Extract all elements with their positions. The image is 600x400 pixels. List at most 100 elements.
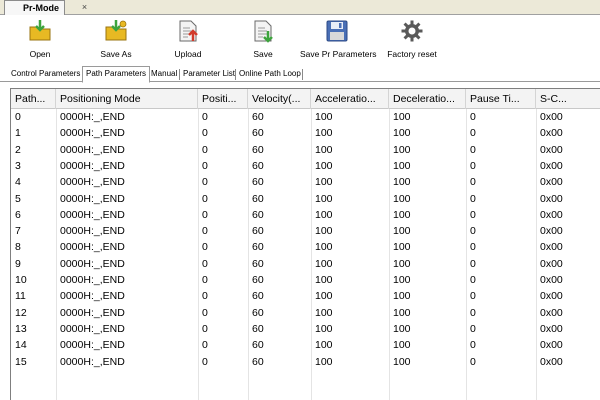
column-header-positioning-mode[interactable]: Positioning Mode xyxy=(56,89,198,109)
cell-positioning-mode[interactable]: 0000H:_,END xyxy=(56,354,198,370)
tab-path-parameters[interactable]: Path Parameters xyxy=(82,66,151,83)
cell-pause-time[interactable]: 0 xyxy=(466,158,536,174)
cell-s-curve[interactable]: 0x00 xyxy=(536,109,600,125)
table-row[interactable]: 11 0000H:_,END 0 60 100 100 0 0x00 xyxy=(11,288,600,304)
cell-deceleration[interactable]: 100 xyxy=(389,174,466,190)
cell-positioning-mode[interactable]: 0000H:_,END xyxy=(56,337,198,353)
cell-position[interactable]: 0 xyxy=(198,288,248,304)
cell-pause-time[interactable]: 0 xyxy=(466,272,536,288)
cell-deceleration[interactable]: 100 xyxy=(389,272,466,288)
cell-acceleration[interactable]: 100 xyxy=(311,191,389,207)
cell-pause-time[interactable]: 0 xyxy=(466,142,536,158)
cell-path[interactable]: 5 xyxy=(11,191,56,207)
cell-position[interactable]: 0 xyxy=(198,109,248,125)
cell-deceleration[interactable]: 100 xyxy=(389,256,466,272)
table-row[interactable]: 9 0000H:_,END 0 60 100 100 0 0x00 xyxy=(11,256,600,272)
column-header-velocity[interactable]: Velocity(... xyxy=(248,89,311,109)
cell-velocity[interactable]: 60 xyxy=(248,174,311,190)
cell-pause-time[interactable]: 0 xyxy=(466,207,536,223)
close-icon[interactable]: × xyxy=(79,2,90,13)
cell-velocity[interactable]: 60 xyxy=(248,288,311,304)
cell-velocity[interactable]: 60 xyxy=(248,109,311,125)
cell-pause-time[interactable]: 0 xyxy=(466,109,536,125)
cell-s-curve[interactable]: 0x00 xyxy=(536,288,600,304)
cell-path[interactable]: 12 xyxy=(11,305,56,321)
cell-s-curve[interactable]: 0x00 xyxy=(536,207,600,223)
cell-path[interactable]: 4 xyxy=(11,174,56,190)
cell-path[interactable]: 15 xyxy=(11,354,56,370)
cell-acceleration[interactable]: 100 xyxy=(311,256,389,272)
cell-position[interactable]: 0 xyxy=(198,239,248,255)
cell-velocity[interactable]: 60 xyxy=(248,305,311,321)
cell-pause-time[interactable]: 0 xyxy=(466,321,536,337)
cell-acceleration[interactable]: 100 xyxy=(311,354,389,370)
table-row[interactable]: 0 0000H:_,END 0 60 100 100 0 0x00 xyxy=(11,109,600,125)
cell-position[interactable]: 0 xyxy=(198,354,248,370)
cell-deceleration[interactable]: 100 xyxy=(389,142,466,158)
save-pr-parameters-button[interactable]: Save Pr Parameters xyxy=(300,19,377,63)
cell-deceleration[interactable]: 100 xyxy=(389,158,466,174)
cell-acceleration[interactable]: 100 xyxy=(311,142,389,158)
cell-acceleration[interactable]: 100 xyxy=(311,321,389,337)
cell-s-curve[interactable]: 0x00 xyxy=(536,158,600,174)
cell-velocity[interactable]: 60 xyxy=(248,256,311,272)
table-row[interactable]: 5 0000H:_,END 0 60 100 100 0 0x00 xyxy=(11,191,600,207)
cell-s-curve[interactable]: 0x00 xyxy=(536,272,600,288)
cell-pause-time[interactable]: 0 xyxy=(466,174,536,190)
cell-position[interactable]: 0 xyxy=(198,337,248,353)
cell-pause-time[interactable]: 0 xyxy=(466,239,536,255)
table-row[interactable]: 13 0000H:_,END 0 60 100 100 0 0x00 xyxy=(11,321,600,337)
column-header-deceleration[interactable]: Deceleratio... xyxy=(389,89,466,109)
cell-pause-time[interactable]: 0 xyxy=(466,191,536,207)
cell-path[interactable]: 2 xyxy=(11,142,56,158)
table-row[interactable]: 4 0000H:_,END 0 60 100 100 0 0x00 xyxy=(11,174,600,190)
save-as-button[interactable]: Save As xyxy=(96,19,136,63)
cell-velocity[interactable]: 60 xyxy=(248,321,311,337)
cell-positioning-mode[interactable]: 0000H:_,END xyxy=(56,207,198,223)
cell-position[interactable]: 0 xyxy=(198,125,248,141)
table-row[interactable]: 7 0000H:_,END 0 60 100 100 0 0x00 xyxy=(11,223,600,239)
column-header-pause-time[interactable]: Pause Ti... xyxy=(466,89,536,109)
cell-pause-time[interactable]: 0 xyxy=(466,223,536,239)
cell-velocity[interactable]: 60 xyxy=(248,207,311,223)
cell-s-curve[interactable]: 0x00 xyxy=(536,337,600,353)
document-tab-pr-mode[interactable]: Pr-Mode xyxy=(4,0,65,15)
cell-s-curve[interactable]: 0x00 xyxy=(536,321,600,337)
cell-position[interactable]: 0 xyxy=(198,272,248,288)
cell-acceleration[interactable]: 100 xyxy=(311,223,389,239)
cell-deceleration[interactable]: 100 xyxy=(389,207,466,223)
cell-deceleration[interactable]: 100 xyxy=(389,354,466,370)
table-row[interactable]: 12 0000H:_,END 0 60 100 100 0 0x00 xyxy=(11,305,600,321)
cell-acceleration[interactable]: 100 xyxy=(311,288,389,304)
cell-pause-time[interactable]: 0 xyxy=(466,305,536,321)
cell-deceleration[interactable]: 100 xyxy=(389,305,466,321)
cell-s-curve[interactable]: 0x00 xyxy=(536,354,600,370)
cell-positioning-mode[interactable]: 0000H:_,END xyxy=(56,305,198,321)
factory-reset-button[interactable]: Factory reset xyxy=(385,19,439,63)
tab-parameter-list[interactable]: Parameter List xyxy=(180,67,238,82)
cell-acceleration[interactable]: 100 xyxy=(311,109,389,125)
cell-positioning-mode[interactable]: 0000H:_,END xyxy=(56,239,198,255)
cell-s-curve[interactable]: 0x00 xyxy=(536,174,600,190)
cell-acceleration[interactable]: 100 xyxy=(311,239,389,255)
cell-acceleration[interactable]: 100 xyxy=(311,207,389,223)
cell-acceleration[interactable]: 100 xyxy=(311,272,389,288)
table-row[interactable]: 1 0000H:_,END 0 60 100 100 0 0x00 xyxy=(11,125,600,141)
cell-deceleration[interactable]: 100 xyxy=(389,239,466,255)
cell-deceleration[interactable]: 100 xyxy=(389,125,466,141)
tab-control-parameters[interactable]: Control Parameters xyxy=(8,67,83,82)
cell-position[interactable]: 0 xyxy=(198,158,248,174)
cell-s-curve[interactable]: 0x00 xyxy=(536,223,600,239)
cell-positioning-mode[interactable]: 0000H:_,END xyxy=(56,223,198,239)
cell-path[interactable]: 13 xyxy=(11,321,56,337)
table-row[interactable]: 14 0000H:_,END 0 60 100 100 0 0x00 xyxy=(11,337,600,353)
cell-s-curve[interactable]: 0x00 xyxy=(536,256,600,272)
cell-positioning-mode[interactable]: 0000H:_,END xyxy=(56,272,198,288)
cell-pause-time[interactable]: 0 xyxy=(466,354,536,370)
cell-deceleration[interactable]: 100 xyxy=(389,223,466,239)
cell-positioning-mode[interactable]: 0000H:_,END xyxy=(56,256,198,272)
cell-path[interactable]: 8 xyxy=(11,239,56,255)
table-row[interactable]: 2 0000H:_,END 0 60 100 100 0 0x00 xyxy=(11,142,600,158)
cell-positioning-mode[interactable]: 0000H:_,END xyxy=(56,321,198,337)
cell-positioning-mode[interactable]: 0000H:_,END xyxy=(56,158,198,174)
